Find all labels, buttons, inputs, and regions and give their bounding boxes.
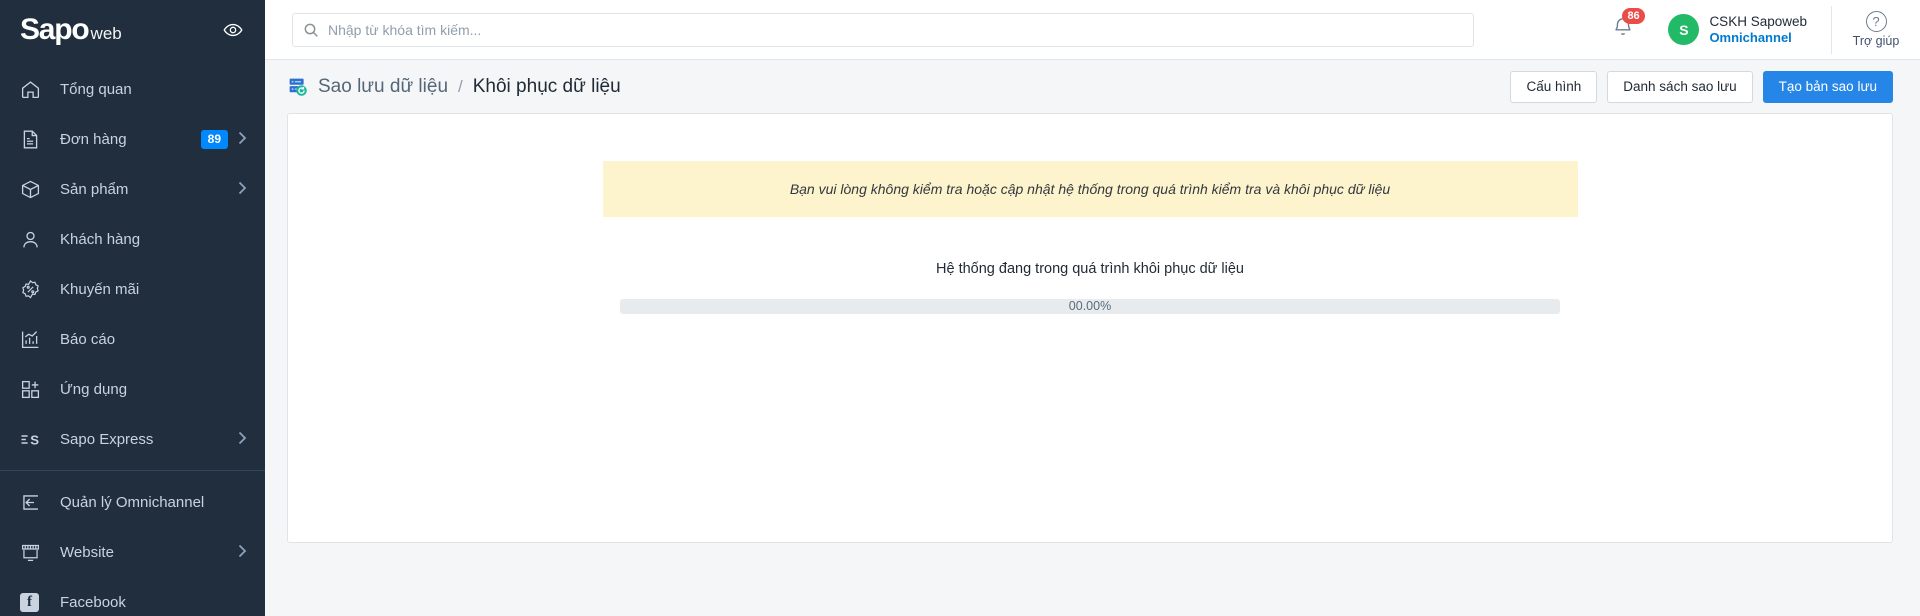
sidebar-item-sapo-express[interactable]: S Sapo Express [0, 414, 265, 464]
sidebar-item-label: Sản phẩm [60, 181, 238, 198]
box-icon [20, 179, 46, 200]
user-icon [20, 229, 46, 250]
facebook-icon: f [20, 593, 46, 612]
create-backup-button[interactable]: Tạo bản sao lưu [1763, 71, 1893, 103]
page-header: Sao lưu dữ liệu / Khôi phục dữ liệu Cấu … [265, 60, 1920, 113]
sidebar-item-label: Khuyến mãi [60, 281, 247, 298]
sidebar-item-ung-dung[interactable]: Ứng dụng [0, 364, 265, 414]
page-header-actions: Cấu hình Danh sách sao lưu Tạo bản sao l… [1510, 71, 1893, 103]
sidebar-item-khuyen-mai[interactable]: Khuyến mãi [0, 264, 265, 314]
help-label: Trợ giúp [1853, 34, 1900, 48]
user-menu[interactable]: S CSKH Sapoweb Omnichannel [1668, 13, 1807, 46]
search-box[interactable] [292, 13, 1474, 47]
backup-list-button[interactable]: Danh sách sao lưu [1607, 71, 1752, 103]
apps-grid-icon [20, 379, 46, 400]
progress-label: 00.00% [620, 299, 1560, 314]
sapo-logo[interactable]: Sapo web [20, 15, 122, 45]
sidebar-item-bao-cao[interactable]: Báo cáo [0, 314, 265, 364]
sapo-express-icon: S [20, 429, 46, 450]
sidebar-nav: Tổng quan Đơn hàng 89 [0, 60, 265, 616]
sidebar-divider [0, 470, 265, 471]
logo-text: Sapo [20, 15, 89, 45]
chevron-right-icon [238, 544, 247, 560]
restore-progress-bar: 00.00% [620, 299, 1560, 314]
logo-suffix: web [91, 23, 122, 45]
home-icon [20, 79, 46, 100]
order-count-badge: 89 [201, 130, 228, 149]
restore-card: Bạn vui lòng không kiểm tra hoặc cập nhậ… [287, 113, 1893, 543]
content-wrapper: Bạn vui lòng không kiểm tra hoặc cập nhậ… [265, 113, 1920, 616]
top-bar-right: 86 S CSKH Sapoweb Omnichannel ? Trợ giúp [1600, 0, 1920, 60]
sidebar-item-label: Báo cáo [60, 331, 247, 348]
warning-banner: Bạn vui lòng không kiểm tra hoặc cập nhậ… [603, 161, 1578, 217]
user-name: CSKH Sapoweb [1709, 13, 1807, 30]
sidebar-item-san-pham[interactable]: Sản phẩm [0, 164, 265, 214]
sidebar-item-label: Website [60, 544, 238, 561]
notification-count-badge: 86 [1622, 8, 1644, 24]
eye-icon[interactable] [223, 20, 243, 40]
top-bar: 86 S CSKH Sapoweb Omnichannel ? Trợ giúp [265, 0, 1920, 60]
chevron-right-icon [238, 131, 247, 147]
sidebar-item-label: Đơn hàng [60, 131, 201, 148]
bar-chart-icon [20, 329, 46, 350]
search-input[interactable] [328, 22, 1463, 38]
sidebar-item-label: Sapo Express [60, 431, 238, 448]
chevron-right-icon [238, 431, 247, 447]
sidebar-item-khach-hang[interactable]: Khách hàng [0, 214, 265, 264]
storefront-icon [20, 542, 46, 563]
breadcrumb: Sao lưu dữ liệu / Khôi phục dữ liệu [287, 76, 621, 98]
chevron-right-icon [238, 181, 247, 197]
notifications-button[interactable]: 86 [1600, 16, 1646, 43]
search-icon [303, 22, 319, 38]
app-root: Sapo web Tổng quan [0, 0, 1920, 616]
sidebar-item-label: Facebook [60, 594, 247, 611]
percent-badge-icon [20, 279, 46, 300]
order-document-icon [20, 129, 46, 150]
restore-status-text: Hệ thống đang trong quá trình khôi phục … [288, 261, 1892, 277]
brand-bar: Sapo web [0, 0, 265, 60]
sidebar-item-label: Ứng dụng [60, 381, 247, 398]
help-button[interactable]: ? Trợ giúp [1832, 0, 1920, 60]
sidebar-item-label: Khách hàng [60, 231, 247, 248]
sidebar-item-label: Tổng quan [60, 81, 247, 98]
sidebar: Sapo web Tổng quan [0, 0, 265, 616]
sidebar-item-don-hang[interactable]: Đơn hàng 89 [0, 114, 265, 164]
sidebar-item-label: Quản lý Omnichannel [60, 494, 247, 511]
page-title: Khôi phục dữ liệu [473, 76, 621, 98]
avatar: S [1668, 14, 1699, 45]
user-info: CSKH Sapoweb Omnichannel [1709, 13, 1807, 46]
user-subtitle: Omnichannel [1709, 30, 1807, 46]
sidebar-item-tong-quan[interactable]: Tổng quan [0, 64, 265, 114]
main-area: 86 S CSKH Sapoweb Omnichannel ? Trợ giúp [265, 0, 1920, 616]
sidebar-item-quan-ly-omnichannel[interactable]: Quản lý Omnichannel [0, 477, 265, 527]
breadcrumb-parent[interactable]: Sao lưu dữ liệu [318, 76, 448, 98]
config-button[interactable]: Cấu hình [1510, 71, 1597, 103]
database-restore-icon [287, 76, 308, 97]
svg-text:S: S [30, 432, 39, 447]
breadcrumb-separator: / [458, 77, 463, 97]
question-mark-icon: ? [1866, 11, 1887, 32]
sidebar-item-facebook[interactable]: f Facebook [0, 577, 265, 616]
sidebar-item-website[interactable]: Website [0, 527, 265, 577]
omnichannel-icon [20, 492, 46, 513]
